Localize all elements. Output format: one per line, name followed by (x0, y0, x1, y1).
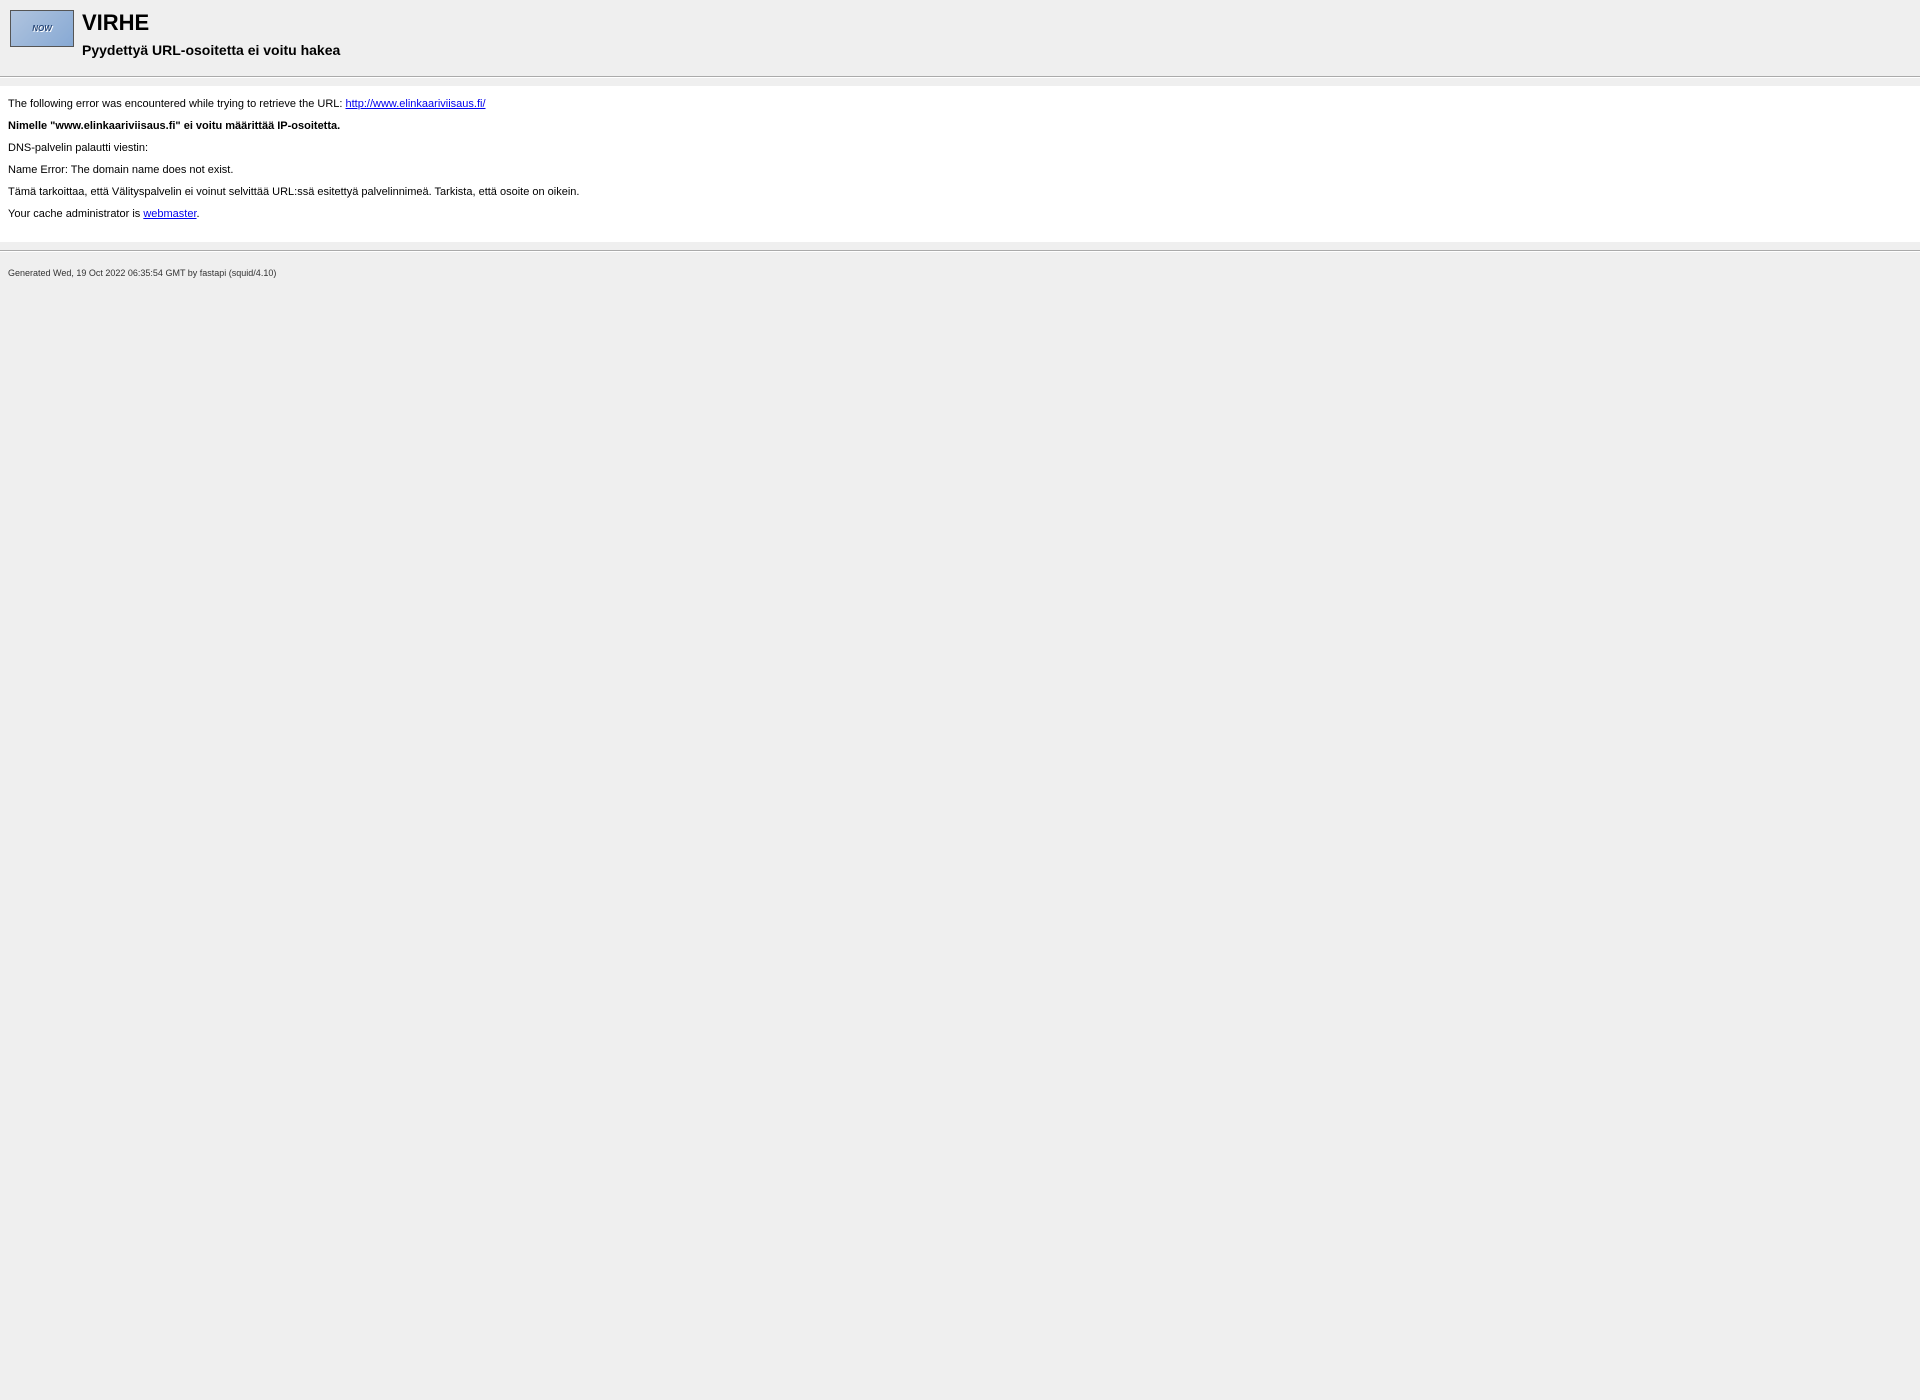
squid-logo: NOW (10, 10, 74, 47)
generated-text: Generated Wed, 19 Oct 2022 06:35:54 GMT … (8, 268, 276, 278)
logo-text: NOW (32, 24, 52, 33)
admin-intro-text: Your cache administrator is (8, 208, 143, 220)
explanation-text: Tämä tarkoittaa, että Välityspalvelin ei… (8, 186, 1912, 198)
webmaster-link[interactable]: webmaster (143, 208, 196, 220)
failed-url-link[interactable]: http://www.elinkaariviisaus.fi/ (346, 98, 486, 110)
intro-text: The following error was encountered whil… (8, 98, 346, 110)
page-title: VIRHE (82, 10, 340, 36)
admin-paragraph: Your cache administrator is webmaster. (8, 208, 1912, 220)
intro-paragraph: The following error was encountered whil… (8, 98, 1912, 110)
error-header: NOW VIRHE Pyydettyä URL-osoitetta ei voi… (0, 0, 1920, 68)
header-text-block: VIRHE Pyydettyä URL-osoitetta ei voitu h… (82, 10, 340, 58)
page-subtitle: Pyydettyä URL-osoitetta ei voitu hakea (82, 42, 340, 58)
admin-period: . (197, 208, 200, 220)
bold-error-text: Nimelle "www.elinkaariviisaus.fi" ei voi… (8, 120, 340, 132)
error-content: The following error was encountered whil… (0, 86, 1920, 242)
divider-top (0, 76, 1920, 78)
footer: Generated Wed, 19 Oct 2022 06:35:54 GMT … (0, 260, 1920, 286)
divider-bottom (0, 250, 1920, 252)
dns-error-message: Name Error: The domain name does not exi… (8, 164, 1912, 176)
error-line: Nimelle "www.elinkaariviisaus.fi" ei voi… (8, 120, 1912, 132)
dns-intro: DNS-palvelin palautti viestin: (8, 142, 1912, 154)
